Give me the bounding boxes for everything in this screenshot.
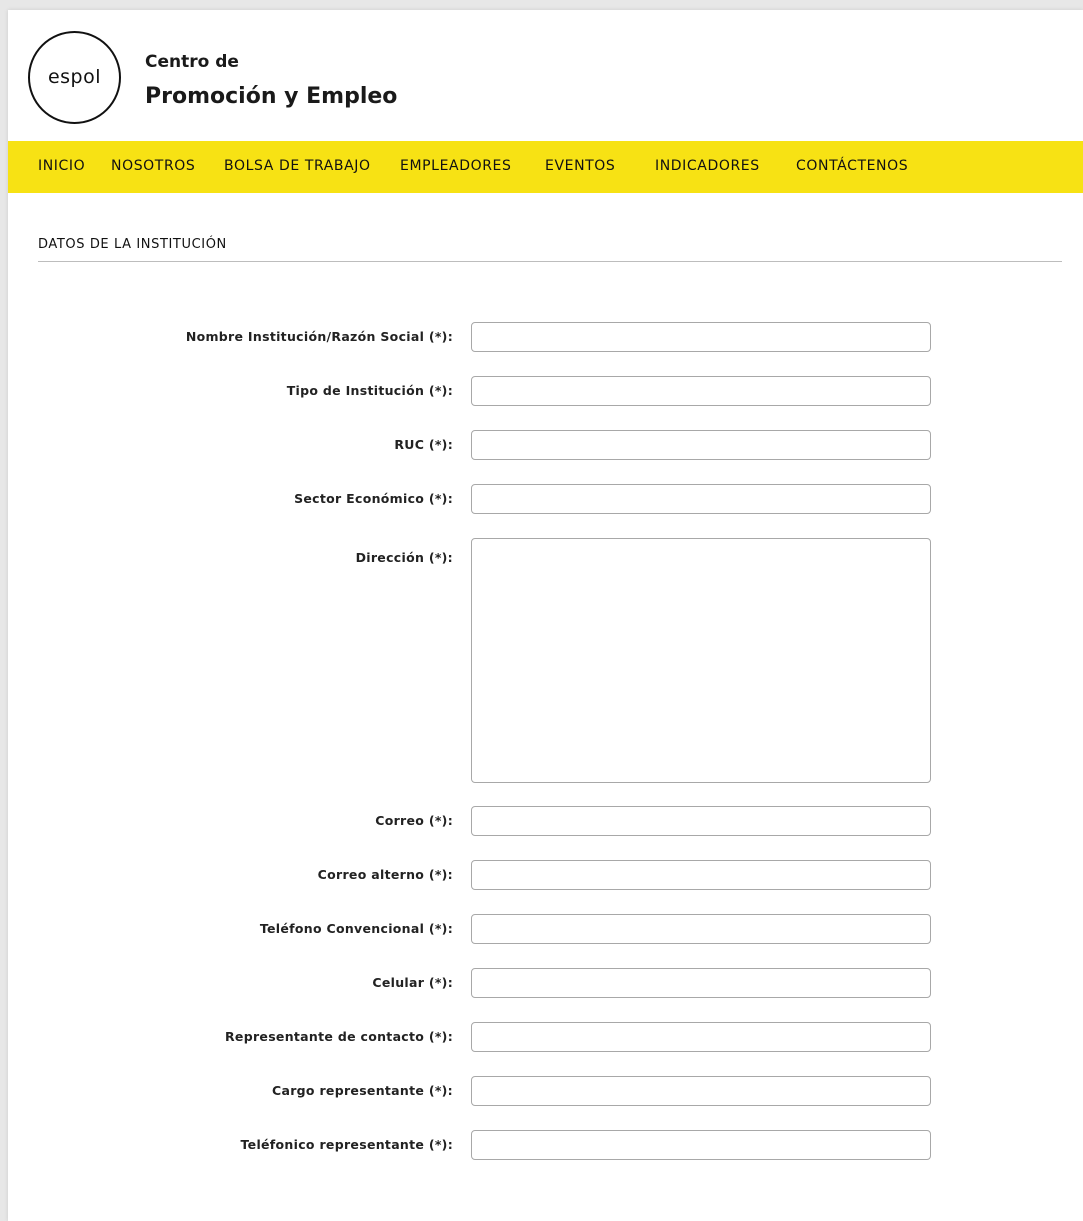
representative-position-label: Cargo representante (*): bbox=[272, 1083, 453, 1098]
economic-sector-input[interactable] bbox=[471, 484, 931, 514]
contact-representative-label: Representante de contacto (*): bbox=[225, 1029, 453, 1044]
nav-item-bolsa-de-trabajo[interactable]: BOLSA DE TRABAJO bbox=[224, 158, 371, 174]
address-label: Dirección (*): bbox=[355, 550, 453, 565]
nav-item-empleadores[interactable]: EMPLEADORES bbox=[400, 158, 511, 174]
ruc-input[interactable] bbox=[471, 430, 931, 460]
representative-position-input[interactable] bbox=[471, 1076, 931, 1106]
nav-item-contactenos[interactable]: CONTÁCTENOS bbox=[796, 158, 908, 174]
brand-title-line2: Promoción y Empleo bbox=[145, 84, 398, 109]
nav-item-indicadores[interactable]: INDICADORES bbox=[655, 158, 760, 174]
landline-input[interactable] bbox=[471, 914, 931, 944]
main-nav: INICIO NOSOTROS BOLSA DE TRABAJO EMPLEAD… bbox=[8, 141, 1083, 193]
contact-representative-input[interactable] bbox=[471, 1022, 931, 1052]
nav-item-eventos[interactable]: EVENTOS bbox=[545, 158, 615, 174]
email-label: Correo (*): bbox=[375, 813, 453, 828]
nav-item-nosotros[interactable]: NOSOTROS bbox=[111, 158, 195, 174]
institution-type-input[interactable] bbox=[471, 376, 931, 406]
section-title: DATOS DE LA INSTITUCIÓN bbox=[38, 237, 227, 252]
representative-phone-label: Teléfonico representante (*): bbox=[240, 1137, 453, 1152]
alt-email-input[interactable] bbox=[471, 860, 931, 890]
institution-name-input[interactable] bbox=[471, 322, 931, 352]
address-textarea[interactable] bbox=[471, 538, 931, 783]
section-divider bbox=[38, 261, 1062, 262]
mobile-label: Celular (*): bbox=[372, 975, 453, 990]
landline-label: Teléfono Convencional (*): bbox=[259, 921, 453, 936]
email-input[interactable] bbox=[471, 806, 931, 836]
alt-email-label: Correo alterno (*): bbox=[317, 867, 453, 882]
site-header: espol Centro de Promoción y Empleo bbox=[8, 10, 1083, 141]
representative-phone-input[interactable] bbox=[471, 1130, 931, 1160]
institution-type-label: Tipo de Institución (*): bbox=[286, 383, 453, 398]
logo-text: espol bbox=[47, 65, 102, 88]
economic-sector-label: Sector Económico (*): bbox=[294, 491, 453, 506]
page: espol Centro de Promoción y Empleo INICI… bbox=[8, 10, 1083, 1221]
espol-logo[interactable]: espol bbox=[28, 31, 121, 124]
institution-name-label: Nombre Institución/Razón Social (*): bbox=[185, 329, 453, 344]
ruc-label: RUC (*): bbox=[394, 437, 453, 452]
nav-item-inicio[interactable]: INICIO bbox=[38, 158, 85, 174]
brand-title-line1: Centro de bbox=[145, 52, 239, 72]
mobile-input[interactable] bbox=[471, 968, 931, 998]
